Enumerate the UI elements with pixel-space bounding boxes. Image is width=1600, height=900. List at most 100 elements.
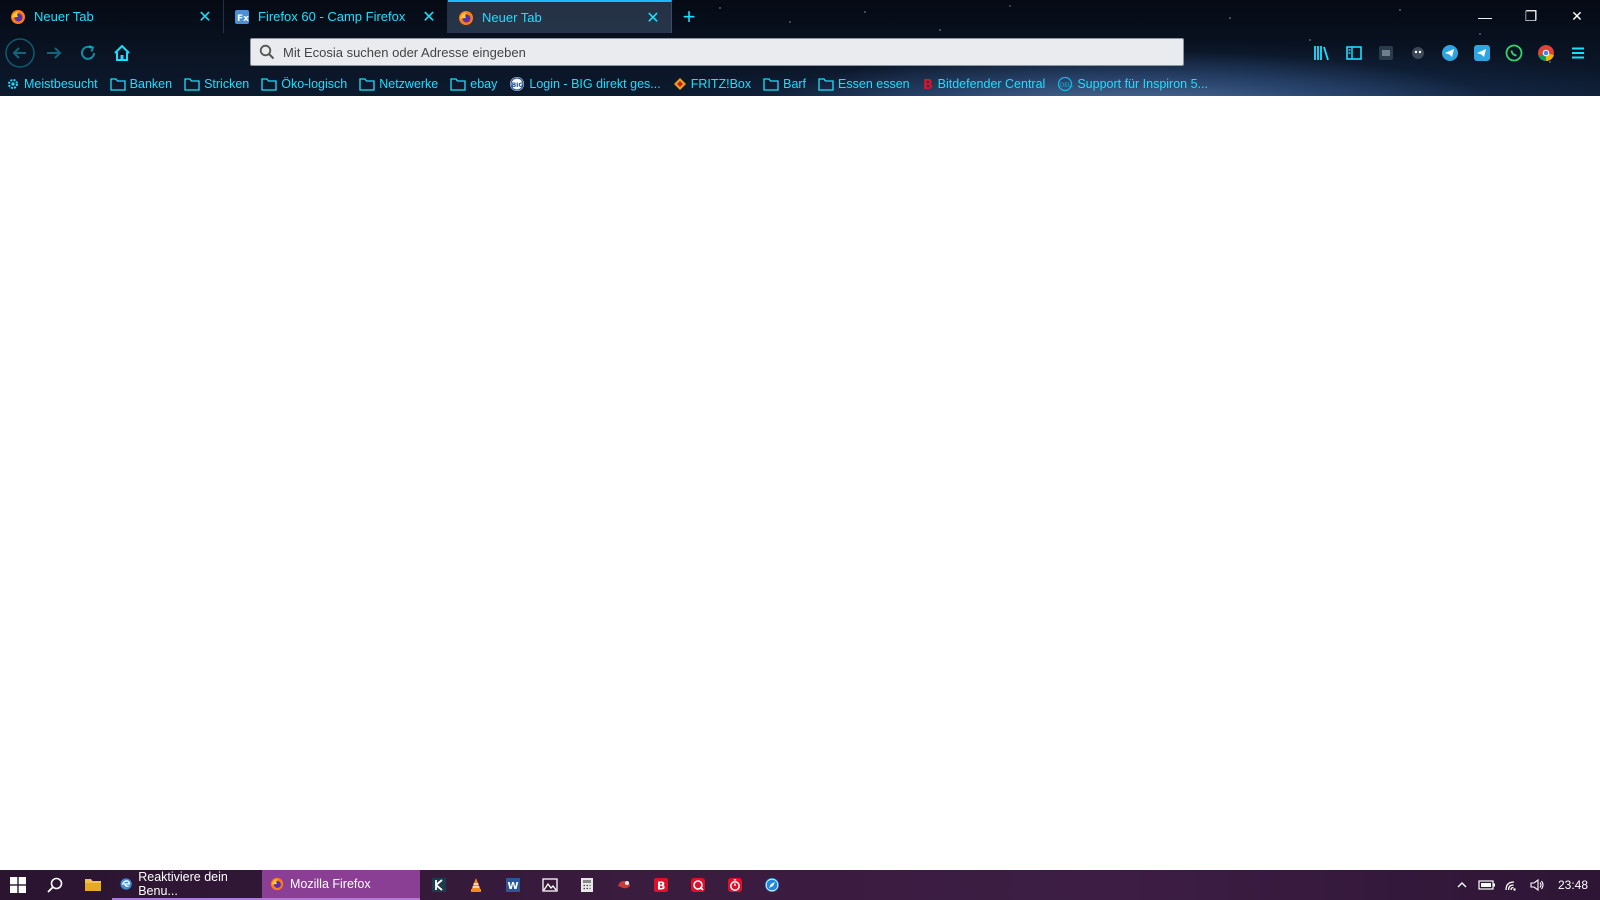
taskbar-search-button[interactable] xyxy=(36,870,74,900)
back-arrow-icon xyxy=(5,38,35,68)
pocket-extension-button[interactable] xyxy=(1370,37,1402,69)
file-explorer-button[interactable] xyxy=(74,870,112,900)
folder-icon xyxy=(85,879,101,891)
tab-title: Neuer Tab xyxy=(34,9,94,24)
bookmark-folder-essen-essen[interactable]: Essen essen xyxy=(818,77,910,91)
network-button[interactable] xyxy=(1500,870,1525,900)
pinned-ram-tool[interactable] xyxy=(605,870,642,900)
reload-button[interactable] xyxy=(72,37,104,69)
bookmark-label: Barf xyxy=(783,77,807,91)
tab-title: Firefox 60 - Camp Firefox xyxy=(258,9,406,24)
bookmark-fritzbox[interactable]: FRITZ!Box xyxy=(673,77,751,91)
speaker-icon xyxy=(1530,878,1545,892)
telegram-button-1[interactable] xyxy=(1434,37,1466,69)
close-window-button[interactable]: ✕ xyxy=(1554,0,1600,33)
window-controls: — ❐ ✕ xyxy=(1462,0,1600,33)
show-hidden-icons-button[interactable] xyxy=(1450,870,1475,900)
fritzbox-icon xyxy=(673,78,686,90)
pinned-vlc[interactable] xyxy=(457,870,494,900)
pinned-calculator[interactable] xyxy=(568,870,605,900)
safari-icon xyxy=(764,878,779,892)
telegram-button-2[interactable] xyxy=(1466,37,1498,69)
pinned-bitdefender[interactable]: B xyxy=(642,870,679,900)
menu-button[interactable] xyxy=(1562,37,1594,69)
bookmark-meistbesucht[interactable]: Meistbesucht xyxy=(6,77,98,91)
search-icon xyxy=(259,44,275,60)
bookmark-big-direkt[interactable]: BIG Login - BIG direkt ges... xyxy=(509,76,661,92)
svg-text:B: B xyxy=(923,78,933,91)
telegram-icon xyxy=(1442,45,1458,61)
pinned-photos[interactable] xyxy=(531,870,568,900)
bookmark-folder-oeko-logisch[interactable]: Öko-logisch xyxy=(261,77,347,91)
bookmark-label: Login - BIG direkt ges... xyxy=(529,77,661,91)
bookmark-folder-banken[interactable]: Banken xyxy=(110,77,172,91)
bookmark-label: Essen essen xyxy=(838,77,910,91)
pinned-word[interactable]: W xyxy=(494,870,531,900)
forward-button[interactable] xyxy=(38,37,70,69)
firefox-icon xyxy=(11,9,25,24)
home-icon xyxy=(114,44,130,61)
library-button[interactable] xyxy=(1306,37,1338,69)
search-icon xyxy=(47,877,63,893)
start-button[interactable] xyxy=(0,870,36,900)
restore-button[interactable]: ❐ xyxy=(1508,0,1554,33)
bookmark-label: ebay xyxy=(470,77,498,91)
taskbar-clock[interactable]: 23:48 xyxy=(1550,878,1600,892)
stopwatch-icon xyxy=(727,878,742,892)
close-tab-icon[interactable]: ✕ xyxy=(645,8,661,28)
klick-icon xyxy=(431,878,446,892)
bookmark-folder-ebay[interactable]: ebay xyxy=(450,77,497,91)
sidebar-button[interactable] xyxy=(1338,37,1370,69)
minimize-button[interactable]: — xyxy=(1462,0,1508,33)
forward-arrow-icon xyxy=(47,47,62,59)
bookmark-folder-barf[interactable]: Barf xyxy=(763,77,806,91)
bookmark-bitdefender[interactable]: B Bitdefender Central xyxy=(922,77,1046,91)
camp-firefox-icon: Fx xyxy=(235,9,249,24)
bookmark-label: Banken xyxy=(129,77,173,91)
bitdefender-icon: B xyxy=(653,878,668,893)
tab-neuer-tab-active[interactable]: Neuer Tab ✕ xyxy=(448,0,672,33)
battery-button[interactable] xyxy=(1475,870,1500,900)
volume-button[interactable] xyxy=(1525,870,1550,900)
back-button[interactable] xyxy=(4,37,36,69)
new-tab-button[interactable]: + xyxy=(672,0,706,33)
firefox-icon xyxy=(459,10,473,25)
sidebar-icon xyxy=(1346,46,1362,60)
url-bar[interactable] xyxy=(250,38,1184,66)
taskbar-app-edge[interactable]: Reaktiviere dein Benu... xyxy=(112,870,262,900)
close-tab-icon[interactable]: ✕ xyxy=(421,7,437,27)
bookmark-folder-netzwerke[interactable]: Netzwerke xyxy=(359,77,438,91)
folder-icon xyxy=(184,78,200,91)
library-icon xyxy=(1314,46,1329,61)
firefox-icon xyxy=(270,877,284,891)
svg-text:BIG: BIG xyxy=(512,82,524,89)
close-tab-icon[interactable]: ✕ xyxy=(197,7,213,27)
home-button[interactable] xyxy=(106,37,138,69)
chrome-extension-button[interactable] xyxy=(1530,37,1562,69)
address-input[interactable] xyxy=(283,44,1183,60)
pinned-klick[interactable] xyxy=(420,870,457,900)
mask-extension-button[interactable] xyxy=(1402,37,1434,69)
tab-neuer-tab-1[interactable]: Neuer Tab ✕ xyxy=(0,0,224,33)
pinned-stopwatch[interactable] xyxy=(716,870,753,900)
ghost-icon xyxy=(1412,47,1424,59)
bookmark-folder-stricken[interactable]: Stricken xyxy=(184,77,249,91)
folder-icon xyxy=(110,78,126,91)
pinned-safari[interactable] xyxy=(753,870,790,900)
bookmark-dell-support[interactable]: DELL Support für Inspiron 5... xyxy=(1057,76,1208,92)
bookmark-label: Stricken xyxy=(204,77,250,91)
whatsapp-button[interactable] xyxy=(1498,37,1530,69)
vlc-icon xyxy=(470,878,481,892)
windows-taskbar: Reaktiviere dein Benu... Mozilla Firefox… xyxy=(0,870,1600,900)
big-logo-icon: BIG xyxy=(510,77,525,91)
pinned-antivirus[interactable] xyxy=(679,870,716,900)
whatsapp-icon xyxy=(1505,44,1523,62)
edge-browser-icon xyxy=(120,878,132,890)
svg-text:W: W xyxy=(507,881,518,892)
svg-text:Fx: Fx xyxy=(237,14,249,24)
taskbar-app-firefox[interactable]: Mozilla Firefox xyxy=(262,870,420,900)
hamburger-menu-icon xyxy=(1572,47,1584,59)
tab-camp-firefox[interactable]: Fx Firefox 60 - Camp Firefox ✕ xyxy=(224,0,448,33)
antivirus-icon xyxy=(690,878,705,892)
page-content-area[interactable] xyxy=(0,96,1600,870)
